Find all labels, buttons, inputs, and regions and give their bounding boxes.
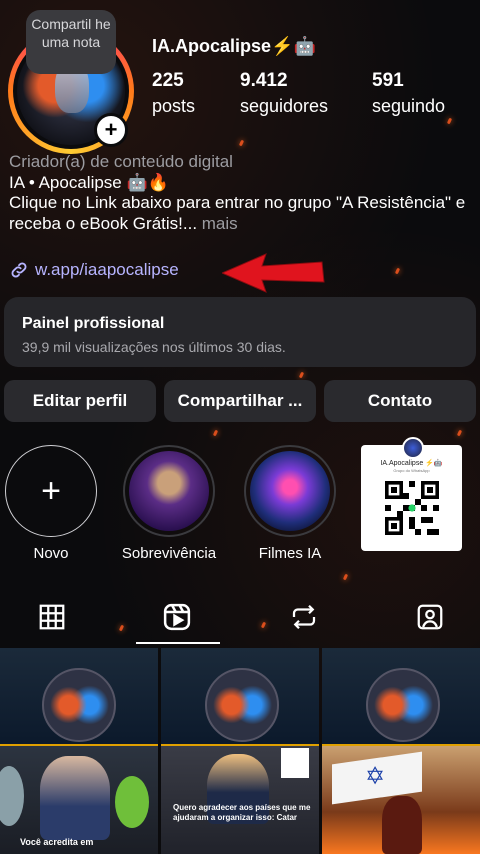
reels-tab-icon[interactable] <box>162 602 192 632</box>
reposts-tab-icon[interactable] <box>289 602 319 632</box>
panel-subtitle: 39,9 mil visualizações nos últimos 30 di… <box>22 339 286 355</box>
profile-tabs <box>0 588 480 646</box>
highlight-filmes-ia[interactable]: Filmes IA <box>242 445 338 562</box>
highlight-cover-image <box>250 451 330 531</box>
reel-thumbnail[interactable]: Quero agradecer aos países que me ajudar… <box>161 648 319 854</box>
stat-following-label: seguindo <box>372 96 446 116</box>
bio-link-text[interactable]: w.app/iaapocalipse <box>35 260 179 280</box>
highlight-label: Novo <box>33 545 69 562</box>
highlight-label: Sobrevivência <box>121 545 217 562</box>
bio-line: IA • Apocalipse 🤖🔥 <box>9 172 169 192</box>
red-arrow-annotation <box>222 253 325 293</box>
share-profile-button[interactable]: Compartilhar ... <box>164 380 316 422</box>
highlight-sobrevivencia[interactable]: Sobrevivência <box>121 445 217 562</box>
bio-line: receba o eBook Grátis!... <box>9 213 198 233</box>
reel-caption: Você acredita em <box>20 837 94 847</box>
stat-following[interactable]: 591 seguindo <box>372 70 445 117</box>
stat-followers-value: 9.412 <box>240 70 288 91</box>
panel-title: Painel profissional <box>22 315 165 332</box>
stat-posts-label: posts <box>152 96 196 116</box>
professional-dashboard[interactable]: Painel profissional 39,9 mil visualizaçõ… <box>4 297 476 367</box>
add-story-icon[interactable]: + <box>94 113 128 147</box>
highlight-cover-image <box>129 451 209 531</box>
qr-code-card[interactable]: IA.Apocalipse ⚡🤖 Grupo do WhatsApp <box>361 437 462 551</box>
reel-thumbnail[interactable]: ✡ <box>322 648 480 854</box>
bio-more-link[interactable]: mais <box>197 214 238 233</box>
active-tab-indicator <box>136 642 220 644</box>
bio-link[interactable]: w.app/iaapocalipse <box>9 260 179 280</box>
qr-code-icon <box>385 481 439 535</box>
tagged-tab-icon[interactable] <box>415 602 445 632</box>
stat-following-value: 591 <box>372 70 404 91</box>
stat-posts[interactable]: 225 posts <box>152 70 195 117</box>
reel-thumbnail[interactable]: Você acredita em <box>0 648 158 854</box>
reel-caption: Quero agradecer aos países que me ajudar… <box>173 803 311 822</box>
plus-icon: + <box>5 445 97 537</box>
qr-card-name: IA.Apocalipse ⚡🤖 <box>380 460 443 467</box>
grid-tab-icon[interactable] <box>37 602 67 632</box>
stat-followers[interactable]: 9.412 seguidores <box>240 70 328 117</box>
bio-line: Clique no Link abaixo para entrar no gru… <box>9 193 466 212</box>
highlight-new[interactable]: + Novo <box>3 445 99 562</box>
bio-category: Criador(a) de conteúdo digital <box>9 152 233 171</box>
qr-thumbnail <box>281 748 309 778</box>
star-icon: ✡ <box>364 763 386 790</box>
contact-button[interactable]: Contato <box>324 380 476 422</box>
qr-card-subtitle: Grupo do WhatsApp <box>393 468 430 473</box>
note-bubble[interactable]: Compartil he uma nota <box>26 10 116 74</box>
stat-followers-label: seguidores <box>240 96 329 116</box>
profile-username: IA.Apocalipse⚡🤖 <box>152 36 316 56</box>
stat-posts-value: 225 <box>152 70 184 91</box>
username-emoji: ⚡🤖 <box>271 36 316 56</box>
qr-avatar <box>402 437 424 459</box>
profile-bio: Criador(a) de conteúdo digital IA • Apoc… <box>9 152 469 234</box>
edit-profile-button[interactable]: Editar perfil <box>4 380 156 422</box>
highlight-label: Filmes IA <box>258 545 322 562</box>
link-icon <box>11 262 27 278</box>
